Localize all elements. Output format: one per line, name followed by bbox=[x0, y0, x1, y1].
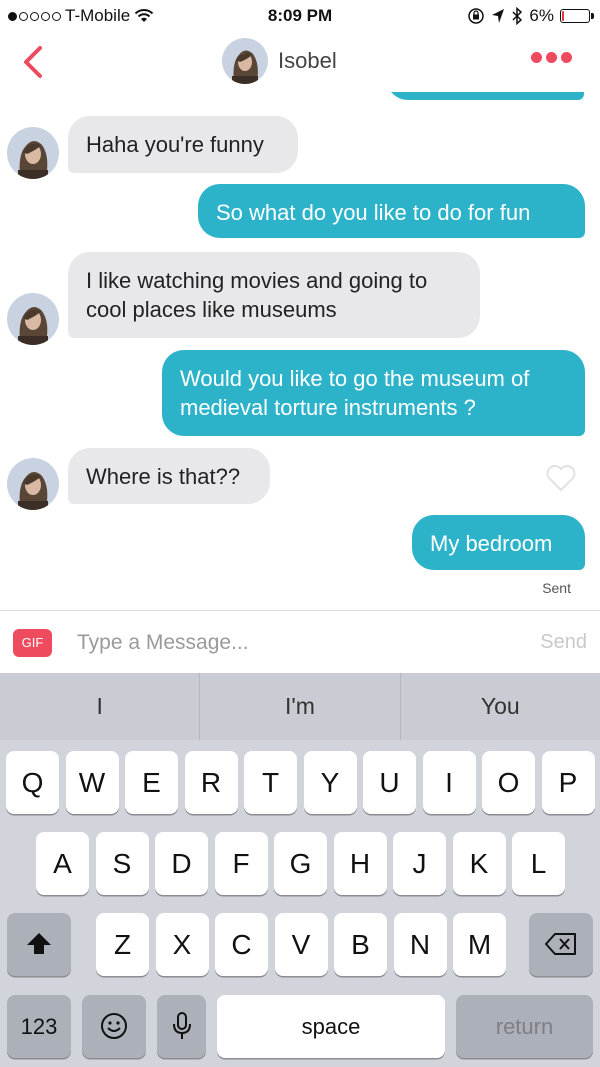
space-key[interactable]: space bbox=[217, 995, 445, 1058]
key-x[interactable]: X bbox=[155, 913, 209, 976]
message-text: Where is that?? bbox=[86, 464, 241, 489]
message-text: I like watching movies and going to cool… bbox=[86, 268, 428, 322]
more-options-button[interactable] bbox=[531, 52, 572, 63]
avatar[interactable] bbox=[7, 458, 59, 510]
key-w[interactable]: W bbox=[65, 751, 119, 814]
key-h[interactable]: H bbox=[333, 832, 387, 895]
shift-key[interactable] bbox=[7, 913, 71, 976]
key-k[interactable]: K bbox=[452, 832, 506, 895]
key-s[interactable]: S bbox=[95, 832, 149, 895]
message-text: Would you like to go the museum of medie… bbox=[180, 366, 530, 420]
numbers-key[interactable]: 123 bbox=[7, 995, 71, 1058]
message-bubble-incoming[interactable]: I like watching movies and going to cool… bbox=[68, 252, 480, 338]
avatar[interactable] bbox=[7, 127, 59, 179]
chat-header: Isobel bbox=[0, 34, 600, 92]
status-right: 6% bbox=[467, 6, 594, 26]
return-key[interactable]: return bbox=[456, 995, 593, 1058]
delivery-status: Sent bbox=[542, 580, 571, 596]
message-text: So what do you like to do for fun bbox=[216, 200, 531, 225]
status-bar: T-Mobile 8:09 PM 6% bbox=[0, 0, 600, 34]
suggestion-item[interactable]: You bbox=[401, 673, 600, 740]
predictive-bar: I I'm You bbox=[0, 673, 600, 740]
emoji-icon bbox=[101, 1013, 127, 1039]
location-icon bbox=[492, 9, 505, 23]
suggestion-item[interactable]: I bbox=[0, 673, 201, 740]
key-a[interactable]: A bbox=[36, 832, 89, 895]
heart-icon[interactable] bbox=[545, 464, 577, 492]
compose-bar: GIF Send bbox=[0, 610, 600, 673]
message-bubble-outgoing[interactable]: Would you like to go the museum of medie… bbox=[162, 350, 585, 436]
battery-percent: 6% bbox=[529, 6, 554, 25]
key-m[interactable]: M bbox=[453, 913, 506, 976]
key-q[interactable]: Q bbox=[6, 751, 59, 814]
message-list[interactable]: Haha you're funny So what do you like to… bbox=[0, 92, 600, 610]
message-text: My bedroom bbox=[430, 531, 553, 556]
suggestion-item[interactable]: I'm bbox=[200, 673, 401, 740]
key-g[interactable]: G bbox=[274, 832, 327, 895]
send-button[interactable]: Send bbox=[540, 631, 587, 654]
chevron-left-icon bbox=[24, 46, 42, 78]
key-n[interactable]: N bbox=[393, 913, 447, 976]
key-j[interactable]: J bbox=[393, 832, 446, 895]
message-bubble-outgoing[interactable]: So what do you like to do for fun bbox=[198, 184, 585, 238]
key-o[interactable]: O bbox=[482, 751, 535, 814]
message-bubble-outgoing[interactable]: My bedroom bbox=[412, 515, 585, 570]
bluetooth-icon bbox=[512, 7, 523, 25]
backspace-icon bbox=[545, 933, 576, 955]
message-input[interactable] bbox=[77, 625, 497, 661]
back-button[interactable] bbox=[16, 42, 50, 82]
battery-icon bbox=[560, 9, 594, 23]
emoji-key[interactable] bbox=[82, 995, 146, 1058]
dictation-key[interactable] bbox=[157, 995, 206, 1058]
key-r[interactable]: R bbox=[184, 751, 238, 814]
message-bubble-incoming[interactable]: Where is that?? bbox=[68, 448, 270, 504]
orientation-lock-icon bbox=[468, 8, 485, 24]
shift-arrow-icon bbox=[27, 933, 51, 954]
key-f[interactable]: F bbox=[214, 832, 268, 895]
key-d[interactable]: D bbox=[155, 832, 208, 895]
avatar[interactable] bbox=[7, 293, 59, 345]
microphone-icon bbox=[172, 1012, 191, 1039]
key-z[interactable]: Z bbox=[96, 913, 149, 976]
message-bubble-incoming[interactable]: Haha you're funny bbox=[68, 116, 298, 173]
key-l[interactable]: L bbox=[512, 832, 565, 895]
key-v[interactable]: V bbox=[274, 913, 328, 976]
message-text: Haha you're funny bbox=[86, 132, 264, 157]
backspace-key[interactable] bbox=[529, 913, 593, 976]
key-y[interactable]: Y bbox=[303, 751, 357, 814]
message-bubble-outgoing-previous bbox=[386, 92, 584, 100]
key-c[interactable]: C bbox=[215, 913, 268, 976]
key-b[interactable]: B bbox=[334, 913, 387, 976]
more-dots-icon bbox=[531, 52, 542, 63]
key-t[interactable]: T bbox=[244, 751, 297, 814]
key-p[interactable]: P bbox=[541, 751, 595, 814]
keyboard: I I'm You QWERTYUIOP ASDFGHJKL ZXCVBNM 1… bbox=[0, 673, 600, 1067]
gif-button[interactable]: GIF bbox=[13, 629, 52, 657]
contact-name[interactable]: Isobel bbox=[278, 48, 337, 74]
key-e[interactable]: E bbox=[125, 751, 178, 814]
key-i[interactable]: I bbox=[422, 751, 476, 814]
key-u[interactable]: U bbox=[363, 751, 416, 814]
avatar[interactable] bbox=[222, 38, 268, 84]
